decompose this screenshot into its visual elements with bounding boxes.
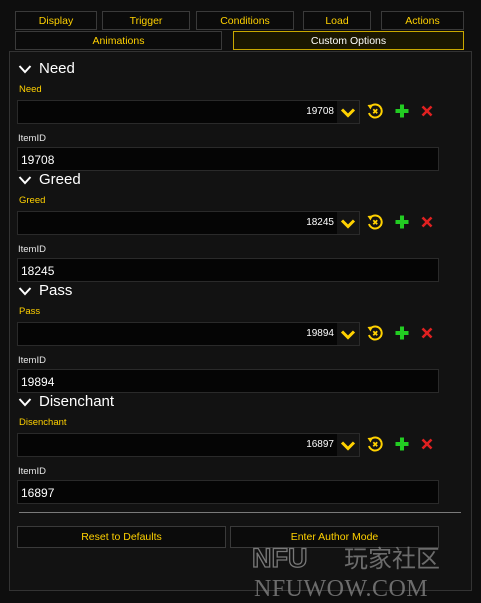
group-header-greed[interactable]: Greed — [18, 171, 81, 188]
plus-icon — [395, 326, 409, 340]
dropdown-value: 18245 — [306, 217, 334, 228]
dropdown-arrow-button[interactable] — [337, 212, 359, 234]
chevron-down-icon — [340, 107, 356, 118]
group-title: Greed — [39, 171, 81, 188]
tab-display[interactable]: Display — [15, 11, 97, 30]
itemid-label: ItemID — [18, 466, 46, 477]
itemid-label: ItemID — [18, 355, 46, 366]
select-label: Disenchant — [19, 417, 67, 428]
delete-button[interactable] — [418, 435, 436, 453]
watermark-logo: NFU 玩家社区 NFUWOW.COM — [252, 543, 440, 599]
group-header-need[interactable]: Need — [18, 60, 75, 77]
delete-button[interactable] — [418, 213, 436, 231]
dropdown-arrow-button[interactable] — [337, 101, 359, 123]
reset-icon — [367, 436, 383, 452]
group-title: Need — [39, 60, 75, 77]
delete-button[interactable] — [418, 324, 436, 342]
reset-icon — [367, 325, 383, 341]
tab-conditions[interactable]: Conditions — [196, 11, 294, 30]
plus-icon — [395, 104, 409, 118]
reset-button[interactable] — [366, 213, 384, 231]
value-dropdown[interactable]: 18245 — [17, 211, 360, 235]
custom-options-panel: Need Need 19708 ItemID 19708 Greed Greed… — [9, 51, 472, 591]
reset-to-defaults-button[interactable]: Reset to Defaults — [17, 526, 226, 548]
value-dropdown[interactable]: 16897 — [17, 433, 360, 457]
chevron-down-icon — [340, 329, 356, 340]
option-group-disenchant: Disenchant Disenchant 16897 ItemID 16897 — [10, 387, 471, 504]
close-icon — [421, 216, 433, 228]
itemid-label: ItemID — [18, 133, 46, 144]
reset-icon — [367, 214, 383, 230]
tab-custom-options[interactable]: Custom Options — [233, 31, 464, 50]
select-label: Need — [19, 84, 42, 95]
option-group-pass: Pass Pass 19894 ItemID 19894 — [10, 276, 471, 393]
itemid-label: ItemID — [18, 244, 46, 255]
select-label: Pass — [19, 306, 41, 317]
option-group-greed: Greed Greed 18245 ItemID 18245 — [10, 165, 471, 282]
dropdown-value: 16897 — [306, 439, 334, 450]
reset-button[interactable] — [366, 435, 384, 453]
value-dropdown[interactable]: 19708 — [17, 100, 360, 124]
watermark-community: 玩家社区 — [344, 545, 440, 573]
tab-animations[interactable]: Animations — [15, 31, 222, 50]
add-button[interactable] — [393, 213, 411, 231]
dropdown-value: 19894 — [306, 328, 334, 339]
close-icon — [421, 327, 433, 339]
dropdown-value: 19708 — [306, 106, 334, 117]
add-button[interactable] — [393, 324, 411, 342]
divider — [19, 512, 461, 513]
watermark-url: NFUWOW.COM — [254, 576, 428, 599]
chevron-down-icon — [18, 64, 32, 73]
reset-button[interactable] — [366, 102, 384, 120]
group-header-pass[interactable]: Pass — [18, 282, 72, 299]
select-label: Greed — [19, 195, 46, 206]
dropdown-arrow-button[interactable] — [337, 434, 359, 456]
chevron-down-icon — [18, 397, 32, 406]
delete-button[interactable] — [418, 102, 436, 120]
chevron-down-icon — [18, 286, 32, 295]
value-dropdown[interactable]: 19894 — [17, 322, 360, 346]
dropdown-arrow-button[interactable] — [337, 323, 359, 345]
reset-button[interactable] — [366, 324, 384, 342]
add-button[interactable] — [393, 435, 411, 453]
reset-icon — [367, 103, 383, 119]
tab-trigger[interactable]: Trigger — [102, 11, 190, 30]
chevron-down-icon — [340, 440, 356, 451]
close-icon — [421, 438, 433, 450]
chevron-down-icon — [18, 175, 32, 184]
option-group-need: Need Need 19708 ItemID 19708 — [10, 54, 471, 171]
tab-actions[interactable]: Actions — [381, 11, 464, 30]
plus-icon — [395, 437, 409, 451]
close-icon — [421, 105, 433, 117]
group-title: Pass — [39, 282, 73, 299]
chevron-down-icon — [340, 218, 356, 229]
group-header-disenchant[interactable]: Disenchant — [18, 393, 114, 410]
watermark-brand: NFU — [252, 543, 308, 573]
plus-icon — [395, 215, 409, 229]
add-button[interactable] — [393, 102, 411, 120]
itemid-input[interactable]: 16897 — [17, 480, 439, 504]
group-title: Disenchant — [39, 393, 115, 410]
tab-load[interactable]: Load — [303, 11, 371, 30]
